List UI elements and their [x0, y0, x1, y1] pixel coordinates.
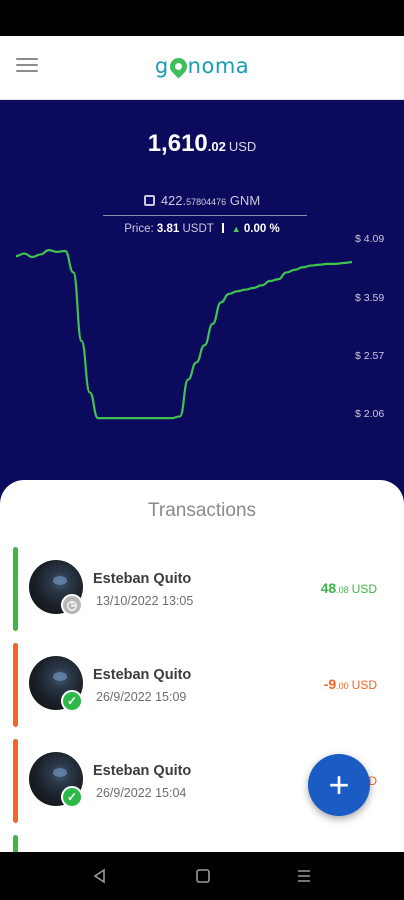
logo-pin-icon	[166, 54, 191, 79]
transaction-date: 13/10/2022 13:05	[96, 594, 194, 608]
transaction-status-bar	[13, 547, 18, 631]
amount-decimals: .08	[336, 585, 349, 595]
y-tick-label: $ 2.57	[355, 350, 385, 362]
transaction-date: 26/9/2022 15:04	[96, 786, 187, 800]
amount-currency: USD	[351, 678, 377, 692]
check-icon: ✓	[61, 786, 83, 808]
status-bar	[0, 0, 404, 36]
transaction-amount: -9.00 USD	[324, 676, 377, 692]
logo-text-right: noma	[187, 54, 250, 78]
transaction-status-bar	[13, 643, 18, 727]
app-header: g noma	[0, 36, 404, 100]
add-transaction-button[interactable]: +	[308, 754, 370, 816]
amount-currency: USD	[351, 582, 377, 596]
y-tick-label: $ 2.06	[355, 408, 385, 420]
transaction-item[interactable]: ✓ Esteban Quito 26/9/2022 15:09 -9.00 USD	[13, 643, 404, 727]
home-icon[interactable]	[193, 866, 213, 886]
balance-panel: 1,610.02 USD 422.57804476 GNM Price: 3.81…	[0, 100, 404, 500]
price-line	[15, 249, 353, 420]
clock-icon: ◷	[61, 594, 83, 616]
back-icon[interactable]	[90, 866, 110, 886]
recents-icon[interactable]	[294, 866, 314, 886]
transaction-date: 26/9/2022 15:09	[96, 690, 187, 704]
price-chart	[15, 249, 353, 420]
transaction-status-bar	[13, 739, 18, 823]
transaction-amount: 48.08 USD	[321, 580, 377, 596]
transactions-title: Transactions	[147, 500, 257, 521]
transaction-name: Esteban Quito	[93, 763, 192, 779]
logo-text-left: g	[154, 54, 169, 78]
y-tick-label: $ 3.59	[355, 292, 385, 304]
y-tick-label: $ 4.09	[355, 233, 385, 245]
transaction-name: Esteban Quito	[93, 667, 192, 683]
app-logo: g noma	[0, 54, 404, 79]
amount-integer: -9	[323, 676, 337, 692]
transaction-item[interactable]: ◷ Esteban Quito 13/10/2022 13:05 48.08 US…	[13, 547, 404, 631]
amount-decimals: .00	[336, 681, 349, 691]
amount-integer: 48	[320, 580, 337, 596]
android-navigation-bar	[0, 852, 404, 900]
check-icon: ✓	[61, 690, 83, 712]
transaction-name: Esteban Quito	[93, 571, 192, 587]
